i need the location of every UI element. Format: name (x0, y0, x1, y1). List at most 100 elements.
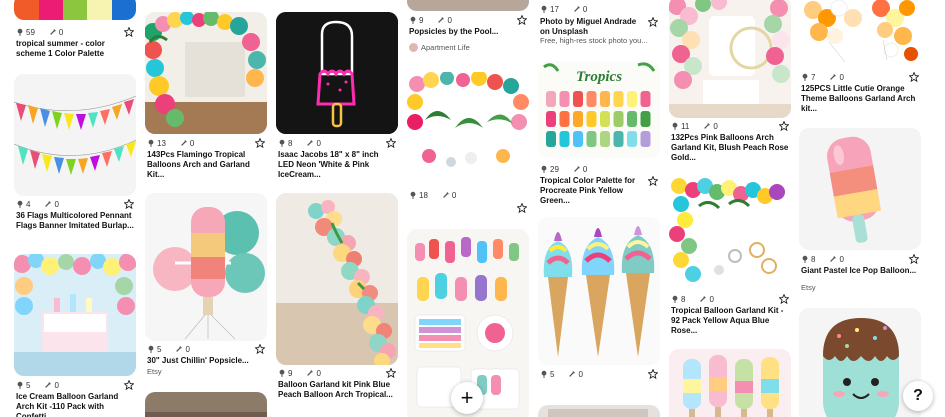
heart-icon (443, 192, 449, 198)
pin-stats: 9 0 (278, 367, 396, 379)
heart-icon (50, 29, 56, 35)
palette-swatch (627, 111, 637, 127)
save-count: 5 (157, 344, 162, 354)
palette-swatch (546, 111, 556, 127)
source-name[interactable]: Apartment Life (421, 43, 470, 52)
pin-stats: 8 0 (671, 293, 789, 305)
star-icon[interactable] (124, 380, 134, 390)
star-icon[interactable] (124, 27, 134, 37)
star-icon[interactable] (909, 254, 919, 264)
pin-image[interactable] (276, 12, 398, 134)
pushpin-icon (279, 139, 285, 147)
palette-swatch (586, 91, 597, 107)
palette-swatch (640, 131, 651, 147)
repin-count: 0 (54, 380, 59, 390)
pin-image[interactable] (538, 217, 660, 365)
pin-image[interactable] (145, 12, 267, 134)
star-icon[interactable] (255, 344, 265, 354)
help-button[interactable]: ? (903, 381, 933, 411)
pin-stats: 7 0 (801, 71, 919, 83)
pin-image[interactable] (407, 0, 529, 11)
palette-swatch (586, 131, 597, 147)
pin-title[interactable]: Ice Cream Balloon Garland Arch Kit -110 … (16, 392, 134, 417)
pin-title[interactable]: 132Pcs Pink Balloons Arch Garland Kit, B… (671, 133, 789, 163)
star-icon[interactable] (255, 138, 265, 148)
pushpin-icon (17, 200, 23, 208)
pin-source[interactable]: Etsy (801, 283, 816, 292)
pin-source[interactable]: Apartment Life (409, 43, 470, 52)
pin-image[interactable] (669, 176, 791, 290)
pin-title[interactable]: 30" Just Chillin' Popsicle... (147, 356, 265, 366)
pin-image[interactable] (145, 193, 267, 341)
repin-count: 0 (316, 368, 321, 378)
repin-count: 0 (185, 344, 190, 354)
star-icon[interactable] (779, 121, 789, 131)
star-icon[interactable] (648, 369, 658, 379)
pin-image[interactable] (669, 349, 791, 417)
pushpin-icon (802, 73, 808, 81)
pin-stats: 8 0 (801, 253, 919, 265)
star-icon[interactable] (124, 199, 134, 209)
palette-swatch (546, 131, 556, 147)
add-pin-button[interactable]: + (451, 382, 483, 414)
palette-swatch (627, 131, 637, 147)
heart-icon (574, 6, 580, 12)
pin-title[interactable]: Tropical Balloon Garland Kit - 92 Pack Y… (671, 306, 789, 336)
pushpin-icon (410, 191, 416, 199)
pin-title[interactable]: 36 Flags Multicolored Pennant Flags Bann… (16, 211, 134, 231)
star-icon[interactable] (909, 72, 919, 82)
pushpin-icon (279, 369, 285, 377)
pin-title[interactable]: Tropical Color Palette for Procreate Pin… (540, 176, 646, 206)
pin-source[interactable]: Etsy (147, 367, 162, 376)
pin-image[interactable] (799, 308, 921, 417)
pin-image[interactable] (145, 392, 267, 417)
save-count: 13 (157, 138, 166, 148)
heart-icon (45, 382, 52, 388)
avatar (409, 43, 418, 52)
pin-title[interactable]: Popsicles by the Pool... (409, 27, 527, 37)
pushpin-icon (541, 5, 547, 13)
pin-stats: 18 0 (409, 189, 527, 201)
repin-count: 0 (58, 27, 64, 37)
pin-title[interactable]: Isaac Jacobs 18" x 8" inch LED Neon 'Whi… (278, 150, 396, 180)
pin-image[interactable] (799, 0, 921, 68)
pin-title[interactable]: 143Pcs Flamingo Tropical Balloons Arch a… (147, 150, 265, 180)
pin-title[interactable]: tropical summer - color scheme 1 Color P… (16, 39, 134, 59)
pin-image[interactable] (407, 72, 529, 184)
repin-count: 0 (189, 138, 195, 148)
star-icon[interactable] (517, 15, 527, 25)
star-icon[interactable] (648, 176, 658, 186)
pin-stats: 9 0 (409, 14, 527, 26)
palette-swatch (559, 91, 570, 107)
heart-icon (176, 346, 183, 352)
pin-stats: 59 0 (16, 26, 134, 38)
pin-title[interactable]: Giant Pastel Ice Pop Balloon... (801, 266, 919, 276)
save-count: 18 (419, 190, 428, 200)
star-icon[interactable] (386, 138, 396, 148)
palette-swatch (546, 91, 556, 107)
star-icon[interactable] (779, 294, 789, 304)
source-name[interactable]: Etsy (147, 367, 162, 376)
pin-title[interactable]: Balloon Garland kit Pink Blue Peach Ball… (278, 380, 396, 400)
pin-image[interactable] (538, 405, 660, 417)
pin-image[interactable] (669, 0, 791, 118)
heart-icon (574, 166, 580, 172)
pushpin-icon (148, 139, 154, 147)
star-icon[interactable] (386, 368, 396, 378)
pin-title[interactable]: Photo by Miguel Andrade on Unsplash (540, 17, 646, 37)
heart-icon (307, 140, 314, 146)
pin-stats: 4 0 (16, 198, 134, 210)
pin-image[interactable] (276, 193, 398, 365)
pin-title[interactable]: 125PCS Little Cutie Orange Theme Balloon… (801, 84, 919, 114)
pin-stats: 5 0 (147, 343, 265, 355)
repin-count: 0 (582, 164, 588, 174)
star-icon[interactable] (517, 203, 527, 213)
pin-image[interactable] (14, 74, 136, 196)
star-icon[interactable] (648, 17, 658, 27)
pin-image[interactable] (14, 254, 136, 376)
pin-image[interactable] (799, 128, 921, 250)
source-name[interactable]: Etsy (801, 283, 816, 292)
pin-image[interactable]: Tropics (538, 61, 660, 158)
repin-count: 0 (451, 190, 457, 200)
pin-image[interactable] (14, 0, 136, 20)
